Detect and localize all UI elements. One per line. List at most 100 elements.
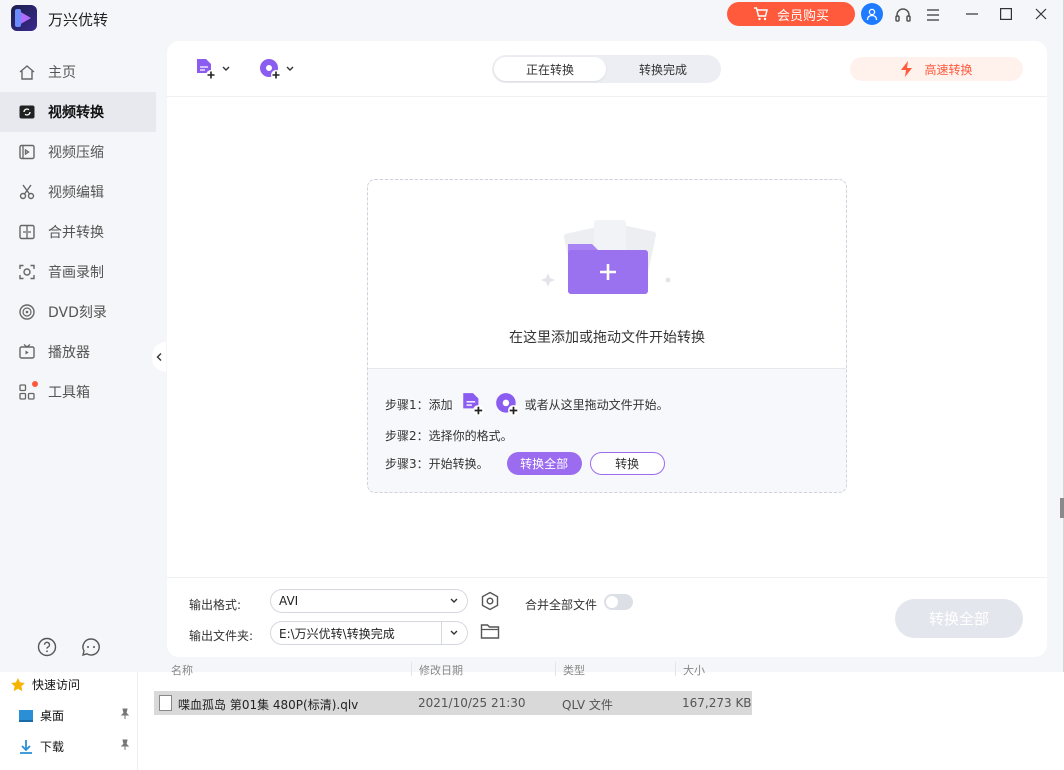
add-file-icon[interactable]: [459, 390, 487, 418]
sidebar-item-edit[interactable]: 视频编辑: [0, 172, 156, 212]
lightning-icon: [901, 61, 913, 77]
file-type: QLV 文件: [562, 698, 613, 712]
app-title: 万兴优转: [48, 11, 109, 29]
column-header-type[interactable]: 类型: [563, 662, 585, 678]
sidebar-item-label: 合并转换: [48, 225, 104, 241]
maximize-icon[interactable]: [990, 1, 1022, 27]
sidebar-item-merge[interactable]: 合并转换: [0, 212, 156, 252]
sidebar-item-video-convert[interactable]: 视频转换: [0, 92, 156, 132]
file-row[interactable]: 喋血孤岛 第01集 480P(标清).qlv 2021/10/25 21:30 …: [154, 691, 752, 715]
record-icon: [18, 263, 36, 281]
divider: [368, 368, 846, 369]
file-name: 喋血孤岛 第01集 480P(标清).qlv: [178, 698, 359, 712]
main-panel: 正在转换 转换完成 高速转换 在这里添加或拖动文件开始转换 步骤1：添加 或者从…: [167, 41, 1047, 657]
convert-all-button[interactable]: 转换全部: [506, 452, 582, 475]
step-1: 步骤1：添加 或者从这里拖动文件开始。: [385, 390, 669, 418]
sidebar-item-record[interactable]: 音画录制: [0, 252, 156, 292]
column-header-date[interactable]: 修改日期: [419, 662, 463, 678]
star-icon: [11, 677, 25, 691]
sidebar-item-dvd[interactable]: DVD刻录: [0, 292, 156, 332]
title-bar: 万兴优转 会员购买: [0, 0, 1064, 36]
file-icon: [159, 695, 172, 711]
minimize-icon[interactable]: [956, 1, 988, 27]
format-settings-icon[interactable]: [480, 591, 500, 611]
convert-button[interactable]: 转换: [589, 452, 665, 475]
add-file-button[interactable]: [194, 57, 230, 81]
chevron-down-icon[interactable]: [449, 627, 459, 639]
compress-icon: [18, 143, 36, 161]
step-2: 步骤2：选择你的格式。: [385, 429, 513, 443]
close-icon[interactable]: [1025, 1, 1057, 27]
file-explorer-background: 快速访问 桌面 下载 名称 修改日期 类型 大小 喋血孤岛 第01集 480P(…: [0, 662, 1064, 770]
convert-all-main-button[interactable]: 转换全部: [895, 599, 1023, 638]
sidebar-item-compress[interactable]: 视频压缩: [0, 132, 156, 172]
divider: [675, 662, 676, 676]
sidebar-item-label: 播放器: [48, 345, 90, 361]
add-disc-icon: [260, 59, 281, 80]
output-folder-select[interactable]: E:\万兴优转\转换完成: [270, 621, 468, 645]
output-format-select[interactable]: AVI: [270, 589, 468, 613]
chevron-left-icon: [156, 353, 162, 361]
drop-area[interactable]: 在这里添加或拖动文件开始转换: [368, 180, 846, 368]
download-icon: [20, 739, 32, 754]
scissors-icon: [18, 183, 36, 201]
add-file-icon: [197, 59, 216, 80]
sidebar-item-label: 主页: [48, 65, 76, 81]
user-icon[interactable]: [861, 3, 883, 25]
add-disc-icon[interactable]: [493, 390, 521, 418]
file-list-headers: 名称 修改日期 类型 大小: [155, 662, 755, 678]
add-dvd-button[interactable]: [258, 57, 294, 81]
explorer-nav-label: 快速访问: [32, 678, 81, 692]
sidebar-item-label: 视频编辑: [48, 185, 104, 201]
drop-zone[interactable]: 在这里添加或拖动文件开始转换 步骤1：添加 或者从这里拖动文件开始。 步骤2：选…: [367, 179, 847, 493]
output-folder-label: 输出文件夹:: [189, 629, 254, 643]
app-logo: [11, 5, 37, 31]
sidebar-item-label: 音画录制: [48, 265, 104, 281]
output-folder-value: E:\万兴优转\转换完成: [279, 626, 395, 641]
file-date: 2021/10/25 21:30: [418, 696, 526, 710]
output-settings-bar: 输出格式: AVI 输出文件夹: E:\万兴优转\转换完成 合并全部文件 转换全…: [167, 577, 1047, 657]
drop-hint: 在这里添加或拖动文件开始转换: [509, 330, 705, 346]
column-header-name[interactable]: 名称: [171, 662, 193, 678]
sidebar-item-label: 视频压缩: [48, 145, 104, 161]
divider: [555, 662, 556, 676]
sidebar-footer: [36, 636, 102, 658]
sidebar-item-player[interactable]: 播放器: [0, 332, 156, 372]
explorer-nav-downloads[interactable]: 下载: [18, 738, 130, 755]
step-1-suffix: 或者从这里拖动文件开始。: [524, 397, 669, 412]
scrollbar-thumb[interactable]: [1060, 498, 1064, 518]
vip-purchase-button[interactable]: 会员购买: [727, 2, 855, 26]
step-3: 步骤3：开始转换。 转换全部 转换: [385, 452, 665, 475]
folder-icon[interactable]: [480, 622, 500, 640]
sidebar-item-toolbox[interactable]: 工具箱: [0, 372, 156, 412]
sidebar-item-home[interactable]: 主页: [0, 52, 156, 92]
cart-icon: [753, 7, 769, 21]
tab-converted[interactable]: 转换完成: [607, 57, 719, 81]
app-window: 万兴优转 会员购买 主页 视频转换 视频压缩 视频编辑 合并转换 音画录制 DV…: [0, 0, 1064, 672]
menu-icon[interactable]: [921, 3, 945, 27]
headset-icon[interactable]: [891, 3, 915, 27]
divider: [411, 662, 412, 676]
file-size: 167,273 KB: [682, 696, 752, 710]
high-speed-convert-button[interactable]: 高速转换: [850, 57, 1023, 81]
notification-dot: [32, 381, 38, 387]
merge-icon: [18, 223, 36, 241]
toolbox-icon: [18, 381, 38, 401]
explorer-navigation: 快速访问 桌面 下载: [0, 672, 138, 770]
explorer-nav-desktop[interactable]: 桌面: [18, 707, 130, 724]
high-speed-convert-label: 高速转换: [924, 62, 973, 77]
column-header-size[interactable]: 大小: [683, 662, 705, 678]
explorer-nav-label: 桌面: [40, 709, 65, 723]
divider: [441, 622, 442, 644]
help-icon[interactable]: [36, 636, 58, 658]
video-convert-icon: [18, 103, 36, 121]
explorer-nav-quick-access[interactable]: 快速访问: [10, 676, 80, 693]
merge-all-toggle[interactable]: [604, 594, 633, 610]
feedback-icon[interactable]: [80, 636, 102, 658]
tab-converting[interactable]: 正在转换: [494, 57, 606, 81]
step-3-label: 步骤3：开始转换。: [385, 457, 489, 471]
status-tabs: 正在转换 转换完成: [492, 55, 721, 83]
pin-icon: [120, 739, 130, 750]
chevron-down-icon: [286, 66, 294, 71]
sidebar: 主页 视频转换 视频压缩 视频编辑 合并转换 音画录制 DVD刻录 播放器 工具…: [0, 52, 156, 412]
